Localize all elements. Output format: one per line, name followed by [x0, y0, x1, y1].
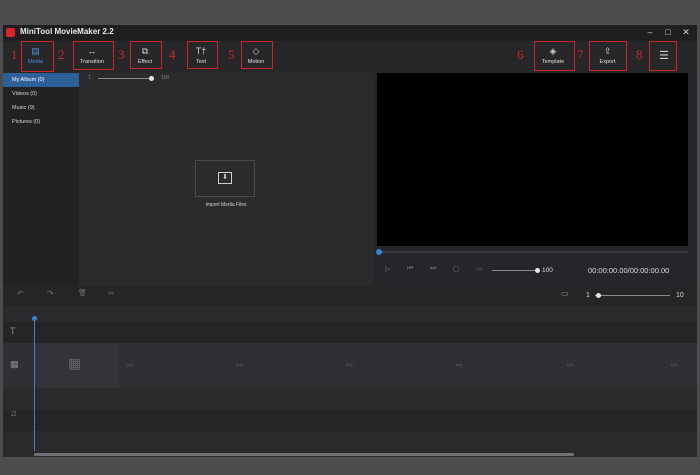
- timeline-ruler[interactable]: [3, 307, 697, 322]
- timeline-zoom-max: 10: [676, 292, 684, 299]
- minimize-button[interactable]: –: [643, 26, 657, 39]
- annotation-number-4: 4: [169, 47, 176, 62]
- annotation-box-text: [187, 41, 218, 69]
- annotation-number-5: 5: [228, 47, 235, 62]
- import-download-icon: ⬇: [218, 172, 232, 184]
- app-logo-icon: [6, 28, 15, 37]
- zoom-to-fit-icon[interactable]: ▭: [561, 289, 569, 298]
- text-track: T: [3, 322, 697, 343]
- undo-icon[interactable]: ↶: [17, 289, 24, 298]
- timeline-zoom-track[interactable]: [595, 295, 670, 296]
- sidebar-item-videos[interactable]: Videos (0): [3, 87, 79, 101]
- import-media-label: Import Media Files: [205, 202, 247, 208]
- clip-placeholder-icon: ▦: [68, 355, 82, 371]
- moviemaker-window: MiniTool MovieMaker 2.2 – □ ✕ ▤ Media ↔ …: [3, 25, 697, 457]
- thumbnail-zoom-min: 1: [88, 75, 91, 81]
- annotation-box-template: [534, 41, 575, 71]
- volume-value: 100: [542, 267, 553, 274]
- playback-time: 00:00:00.00/00:00:00.00: [588, 266, 670, 275]
- annotation-box-export: [589, 41, 627, 71]
- music-track: ♫: [3, 408, 697, 431]
- annotation-number-3: 3: [118, 47, 125, 62]
- thumbnail-zoom-row: 1 100: [79, 73, 373, 85]
- annotation-number-8: 8: [636, 47, 643, 62]
- main-toolbar: ▤ Media ↔ Transition ⧉ Effect T† Text ◇ …: [3, 41, 697, 73]
- annotation-number-1: 1: [11, 47, 18, 62]
- timeline-toolbar: ↶ ↷ 🗑 ✂ ▭ 1 10: [3, 285, 697, 307]
- next-frame-icon[interactable]: ⏭: [430, 265, 436, 273]
- transition-slot-icon[interactable]: ⚯: [346, 361, 353, 370]
- timeline-playhead-handle[interactable]: [32, 316, 37, 321]
- annotation-number-6: 6: [517, 47, 524, 62]
- split-scissors-icon[interactable]: ✂: [108, 289, 115, 298]
- track-spacer: [3, 388, 697, 410]
- media-sidebar: My Album (0) Videos (0) Music (9) Pictur…: [3, 73, 79, 309]
- volume-icon[interactable]: ▭: [476, 265, 483, 273]
- transition-slot-icon[interactable]: ⚯: [126, 361, 133, 370]
- transition-slot-icon[interactable]: ⚯: [567, 361, 574, 370]
- stop-icon[interactable]: ▢: [453, 265, 460, 273]
- volume-slider-handle[interactable]: [534, 268, 540, 273]
- redo-icon[interactable]: ↷: [47, 289, 54, 298]
- import-media-button[interactable]: ⬇: [195, 160, 255, 197]
- maximize-button[interactable]: □: [661, 26, 675, 39]
- video-track-lane[interactable]: ▦ ⚯ ⚯ ⚯ ⚯ ⚯ ⚯: [34, 343, 697, 388]
- timeline-zoom-min: 1: [586, 292, 590, 299]
- thumbnail-zoom-handle[interactable]: [148, 76, 154, 81]
- transition-slot-icon[interactable]: ⚯: [236, 361, 243, 370]
- annotation-box-motion: [241, 41, 273, 69]
- playback-progress-handle[interactable]: [376, 249, 382, 255]
- annotation-number-2: 2: [58, 47, 65, 62]
- sidebar-item-pictures[interactable]: Pictures (0): [3, 115, 79, 129]
- delete-icon[interactable]: 🗑: [78, 289, 87, 297]
- timeline-zoom-handle[interactable]: [596, 293, 602, 298]
- playback-progress-bar[interactable]: [377, 251, 688, 253]
- sidebar-item-music[interactable]: Music (9): [3, 101, 79, 115]
- thumbnail-zoom-max: 100: [161, 75, 170, 81]
- annotation-number-7: 7: [577, 47, 584, 62]
- transition-slot-icon[interactable]: ⚯: [671, 361, 678, 370]
- preview-player: ▷ ⏮ ⏭ ▢ ▭ 100 00:00:00.00/00:00:00.00: [373, 73, 697, 309]
- video-track: ▦ ▦ ⚯ ⚯ ⚯ ⚯ ⚯ ⚯: [3, 343, 697, 388]
- timeline-playhead[interactable]: [34, 318, 35, 451]
- app-title: MiniTool MovieMaker 2.2: [20, 27, 114, 36]
- text-track-icon: T: [10, 326, 16, 336]
- play-icon[interactable]: ▷: [385, 265, 390, 273]
- annotation-box-effect: [130, 41, 162, 69]
- video-clip-placeholder[interactable]: ▦: [34, 343, 118, 388]
- annotation-box-menu: [649, 41, 677, 71]
- annotation-box-media: [21, 41, 54, 72]
- music-note-icon: ♫: [10, 408, 17, 418]
- previous-frame-icon[interactable]: ⏮: [407, 265, 413, 273]
- transition-slot-icon[interactable]: ⚯: [456, 361, 463, 370]
- timeline-horizontal-scrollbar[interactable]: [34, 453, 574, 456]
- volume-slider-track[interactable]: [492, 270, 537, 271]
- thumbnail-zoom-track[interactable]: [98, 78, 154, 79]
- media-library-panel: 1 100 ⬇ Import Media Files: [79, 73, 373, 309]
- video-preview-screen: [377, 73, 688, 246]
- video-track-icon: ▦: [10, 359, 19, 369]
- sidebar-item-my-album[interactable]: My Album (0): [3, 73, 79, 87]
- title-bar: MiniTool MovieMaker 2.2 – □ ✕: [3, 25, 697, 41]
- annotation-box-transition: [73, 41, 114, 70]
- close-button[interactable]: ✕: [679, 26, 693, 39]
